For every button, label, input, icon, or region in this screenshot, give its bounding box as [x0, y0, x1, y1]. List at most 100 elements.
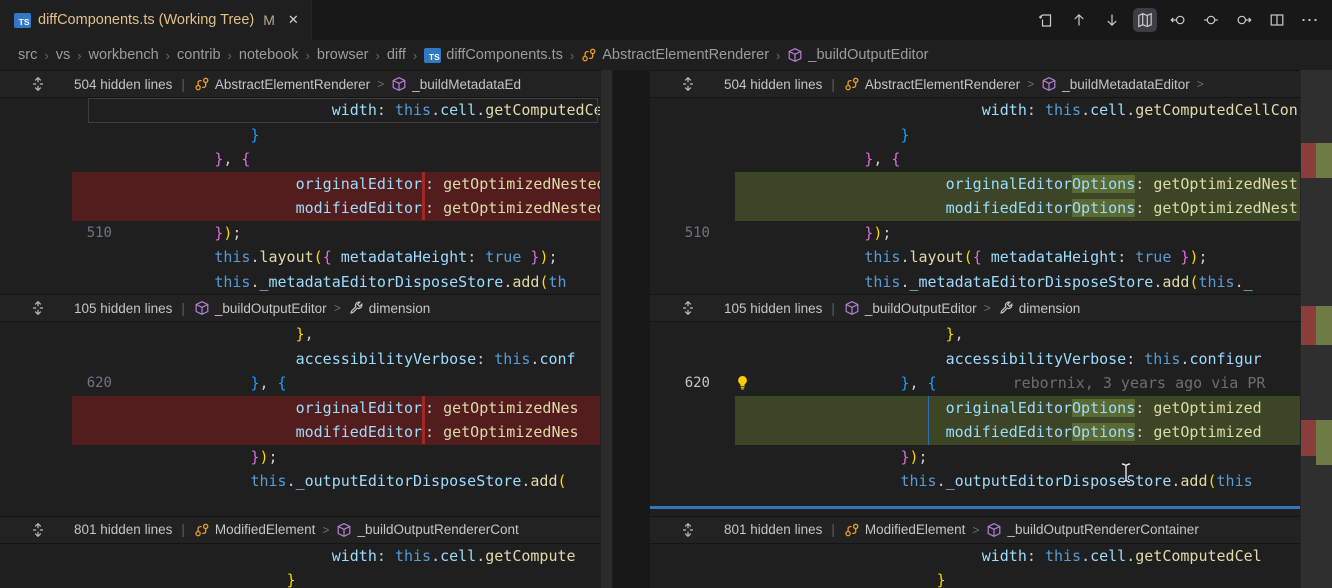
code-line[interactable]: }: [0, 123, 600, 148]
code-line[interactable]: 620 }, {rebornix, 3 years ago via PR: [650, 371, 1300, 396]
code-line[interactable]: this.layout({ metadataHeight: true });: [0, 245, 600, 270]
code-line[interactable]: this.layout({ metadataHeight: true });: [650, 245, 1300, 270]
symbol-namespace-icon: [336, 522, 352, 538]
left-scrollbar[interactable]: [600, 70, 613, 588]
chevron-right-icon: ›: [77, 48, 81, 63]
code-line[interactable]: width: this.cell.getComputedCel: [650, 544, 1300, 569]
code-line[interactable]: },: [0, 322, 600, 347]
code-line[interactable]: this._metadataEditorDisposeStore.add(thi…: [650, 270, 1300, 295]
breadcrumb-file[interactable]: diffComponents.ts: [446, 47, 563, 63]
code-line[interactable]: originalEditorOptions: getOptimized: [650, 396, 1300, 421]
symbol-class-icon: [194, 522, 210, 538]
hidden-lines-header[interactable]: 105 hidden lines|_buildOutputEditor>dime…: [0, 294, 600, 322]
code-line[interactable]: });: [650, 445, 1300, 470]
overview-ruler[interactable]: [1300, 70, 1332, 588]
token: :: [1135, 399, 1153, 417]
token: .: [1081, 547, 1090, 565]
split-editor-icon[interactable]: [1265, 8, 1289, 32]
line-number: [650, 420, 710, 445]
code-line[interactable]: width: this.cell.getComputedCel: [0, 98, 600, 123]
code-line[interactable]: }: [650, 123, 1300, 148]
scrollbar-slider[interactable]: [601, 70, 612, 588]
breadcrumb-symbol[interactable]: _buildOutputEditor: [808, 47, 928, 63]
code-line[interactable]: originalEditorOptions: getOptimizedNest: [650, 172, 1300, 197]
code-line[interactable]: width: this.cell.getCompute: [0, 544, 600, 569]
token: getOptimizedNes: [443, 423, 578, 441]
hidden-lines-label: 105 hidden lines: [724, 301, 822, 316]
breadcrumb-folder[interactable]: workbench: [89, 47, 159, 63]
token: layout: [909, 248, 963, 266]
hidden-lines-header[interactable]: 801 hidden lines|ModifiedElement>_buildO…: [650, 516, 1300, 544]
line-number: [650, 172, 710, 197]
hidden-lines-header[interactable]: 504 hidden lines|AbstractElementRenderer…: [0, 70, 600, 98]
token: [124, 571, 287, 588]
code-line[interactable]: 510 });: [0, 221, 600, 246]
tab-diffcomponents[interactable]: TS diffComponents.ts (Working Tree) M ✕: [0, 0, 312, 40]
code-line[interactable]: 510 });: [650, 221, 1300, 246]
token: {: [241, 150, 250, 168]
code-line[interactable]: modifiedEditorOptions: getOptimizedNest: [650, 196, 1300, 221]
code-line[interactable]: },: [650, 322, 1300, 347]
breadcrumb-folder[interactable]: src: [18, 47, 37, 63]
code-line[interactable]: }, {: [650, 147, 1300, 172]
code-line[interactable]: this._outputEditorDisposeStore.add(: [0, 469, 600, 494]
breadcrumb-folder[interactable]: contrib: [177, 47, 221, 63]
circle-icon[interactable]: [1199, 8, 1223, 32]
breadcrumb-folder[interactable]: diff: [387, 47, 406, 63]
code-line[interactable]: });: [0, 445, 600, 470]
code-line[interactable]: this._outputEditorDisposeStore.add(this: [650, 469, 1300, 494]
code-line[interactable]: originalEditor: getOptimizedNes: [0, 396, 600, 421]
hidden-lines-header[interactable]: 105 hidden lines|_buildOutputEditor>dime…: [650, 294, 1300, 322]
code-line[interactable]: 620 }, {: [0, 371, 600, 396]
code-line[interactable]: width: this.cell.getComputedCellCon: [650, 98, 1300, 123]
code-line[interactable]: accessibilityVerbose: this.conf: [0, 347, 600, 372]
breadcrumb-folder[interactable]: notebook: [239, 47, 299, 63]
token: ,: [909, 374, 927, 392]
token: [774, 374, 900, 392]
token: ,: [259, 374, 277, 392]
token: add: [512, 273, 539, 291]
code-line[interactable]: }: [650, 568, 1300, 588]
breadcrumb-folder[interactable]: browser: [317, 47, 369, 63]
token: {: [891, 150, 900, 168]
code-line[interactable]: accessibilityVerbose: this.configur: [650, 347, 1300, 372]
symbol-label: _buildMetadataEd: [412, 77, 521, 92]
symbol-class-icon: [194, 76, 210, 92]
line-number: 510: [0, 221, 112, 246]
hidden-lines-header[interactable]: 801 hidden lines|ModifiedElement>_buildO…: [0, 516, 600, 544]
breadcrumb-symbol[interactable]: AbstractElementRenderer: [602, 47, 769, 63]
separator: |: [181, 77, 185, 92]
token: configur: [1189, 350, 1261, 368]
token: cell: [440, 101, 476, 119]
map-icon[interactable]: [1133, 8, 1157, 32]
code-line[interactable]: modifiedEditorOptions: getOptimized: [650, 420, 1300, 445]
token: this: [250, 472, 286, 490]
ruler-added-mark: [1316, 420, 1332, 465]
code-line[interactable]: modifiedEditor: getOptimizedNestedC: [0, 196, 600, 221]
diff-sash[interactable]: [613, 70, 650, 588]
hidden-lines-header[interactable]: 504 hidden lines|AbstractElementRenderer…: [650, 70, 1300, 98]
token: :: [1126, 350, 1144, 368]
code-line[interactable]: originalEditor: getOptimizedNestedC: [0, 172, 600, 197]
arrow-circle-right-icon[interactable]: [1232, 8, 1256, 32]
code-line[interactable]: modifiedEditor: getOptimizedNes: [0, 420, 600, 445]
line-number: [650, 245, 710, 270]
symbol-label: dimension: [1019, 301, 1081, 316]
open-changes-icon[interactable]: [1034, 8, 1058, 32]
code-line[interactable]: }, {: [0, 147, 600, 172]
token: [774, 126, 900, 144]
lightbulb-icon[interactable]: [735, 375, 750, 391]
token: getOptimized: [1153, 423, 1261, 441]
close-tab-icon[interactable]: ✕: [288, 12, 299, 28]
code-text: modifiedEditorOptions: getOptimizedNest: [774, 196, 1298, 221]
token: metadataHeight: [341, 248, 467, 266]
code-line[interactable]: this._metadataEditorDisposeStore.add(th: [0, 270, 600, 295]
more-actions-icon[interactable]: ⋯: [1298, 8, 1322, 32]
arrow-circle-left-icon[interactable]: [1166, 8, 1190, 32]
token: getComputedCel: [485, 101, 600, 119]
previous-change-icon[interactable]: [1067, 8, 1091, 32]
code-line[interactable]: }: [0, 568, 600, 588]
breadcrumb-folder[interactable]: vs: [56, 47, 71, 63]
next-change-icon[interactable]: [1100, 8, 1124, 32]
token: ;: [232, 224, 241, 242]
